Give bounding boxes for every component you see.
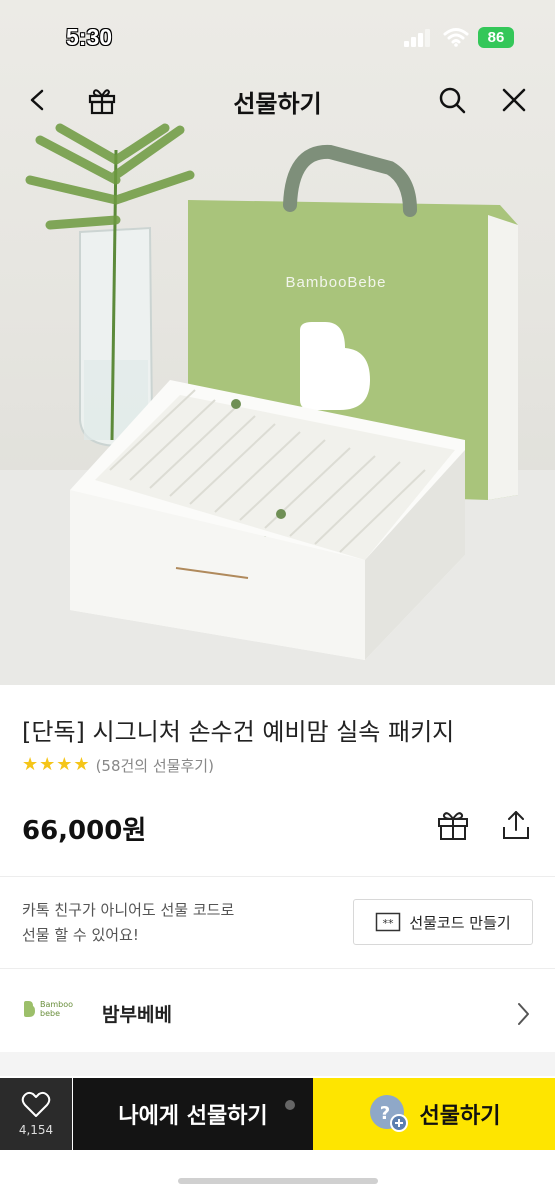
- star-icon: ★: [39, 754, 56, 775]
- brand-logo: Bamboo bebe: [22, 1000, 73, 1018]
- star-icon: ★: [73, 754, 90, 775]
- ticket-icon-text: **: [383, 917, 395, 930]
- heart-icon: [21, 1091, 51, 1117]
- create-gift-code-label: 선물코드 만들기: [409, 913, 511, 932]
- share-icon: [503, 811, 529, 839]
- search-button[interactable]: [432, 80, 472, 120]
- box-brand-print: BambooBebe: [286, 274, 387, 291]
- search-icon: [439, 87, 466, 114]
- svg-text:?: ?: [379, 1103, 389, 1124]
- product-rating[interactable]: ★ ★ ★ ★ (58건의 선물후기): [22, 753, 214, 777]
- brand-name: 밤부베베: [102, 1004, 172, 1026]
- star-icon: ★: [22, 754, 39, 775]
- section-divider: [0, 968, 555, 969]
- home-indicator-area: [0, 1150, 555, 1200]
- review-count-link[interactable]: (58건의 선물후기): [96, 755, 214, 776]
- gift-wrap-button[interactable]: [434, 806, 472, 844]
- close-icon: [502, 88, 526, 112]
- star-icon: ★: [56, 754, 73, 775]
- share-button[interactable]: [498, 806, 534, 844]
- cellular-signal-icon: [404, 29, 434, 47]
- battery-indicator: 86: [478, 27, 514, 48]
- wishlist-count: 4,154: [18, 1123, 54, 1137]
- brand-logo-line2: bebe: [40, 1009, 60, 1018]
- gift-to-self-button[interactable]: 나에게 선물하기: [73, 1078, 313, 1150]
- brand-link[interactable]: Bamboo bebe 밤부베베: [0, 982, 555, 1046]
- product-price: 66,000원: [22, 816, 147, 846]
- star-rating: ★ ★ ★ ★: [22, 755, 90, 775]
- close-button[interactable]: [494, 80, 534, 120]
- create-gift-code-button[interactable]: ** 선물코드 만들기: [353, 899, 533, 945]
- home-indicator[interactable]: [178, 1178, 378, 1184]
- gift-to-self-label: 나에게 선물하기: [118, 1104, 268, 1129]
- top-navigation: 선물하기: [0, 70, 555, 130]
- ticket-icon: **: [376, 912, 401, 932]
- notification-dot: [285, 1100, 295, 1110]
- section-spacer: [0, 1052, 555, 1076]
- battery-level: 86: [487, 29, 505, 46]
- status-time: 5:30: [66, 24, 113, 50]
- send-gift-label: 선물하기: [419, 1104, 501, 1129]
- bottom-action-bar: 4,154 나에게 선물하기 ? 선물하기: [0, 1078, 555, 1150]
- wifi-icon: [443, 28, 469, 47]
- gift-icon: [438, 812, 468, 840]
- gift-code-description: 카톡 친구가 아니어도 선물 코드로 선물 할 수 있어요!: [22, 901, 235, 944]
- brand-logo-icon: [24, 1001, 35, 1017]
- wishlist-button[interactable]: 4,154: [0, 1078, 72, 1150]
- chevron-right-icon: [518, 1003, 529, 1025]
- brand-logo-line1: Bamboo: [40, 1000, 74, 1009]
- status-bar: 5:30 86: [0, 0, 555, 70]
- send-gift-button[interactable]: ? 선물하기: [313, 1078, 555, 1150]
- product-title: [단독] 시그니처 손수건 예비맘 실속 패키지: [22, 718, 455, 746]
- section-divider: [0, 876, 555, 877]
- gift-helper-icon: ?: [369, 1095, 408, 1132]
